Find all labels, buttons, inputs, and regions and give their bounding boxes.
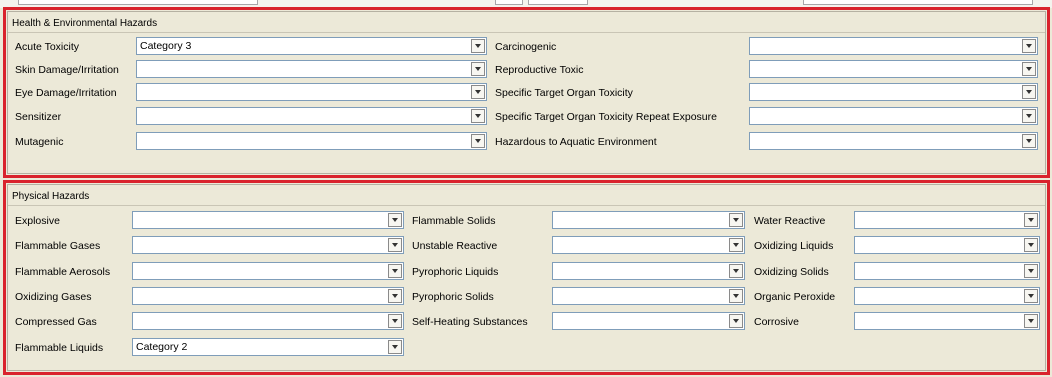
oxidizing-solids-dropdown[interactable] — [854, 262, 1040, 280]
physical-hazards-group: Physical Hazards Explosive Flammable Gas… — [7, 184, 1046, 371]
water-reactive-label: Water Reactive — [754, 215, 826, 227]
stot-label: Specific Target Organ Toxicity — [495, 87, 633, 99]
organic-peroxide-label: Organic Peroxide — [754, 291, 836, 303]
mutagenic-dropdown[interactable] — [136, 132, 487, 150]
chevron-down-icon[interactable] — [388, 340, 402, 354]
physical-hazards-highlight: Physical Hazards Explosive Flammable Gas… — [3, 180, 1050, 375]
water-reactive-dropdown[interactable] — [854, 211, 1040, 229]
chevron-down-icon[interactable] — [388, 264, 402, 278]
aquatic-label: Hazardous to Aquatic Environment — [495, 136, 657, 148]
unstable-reactive-label: Unstable Reactive — [412, 240, 498, 252]
stot-repeat-label: Specific Target Organ Toxicity Repeat Ex… — [495, 111, 717, 123]
pyrophoric-solids-dropdown[interactable] — [552, 287, 745, 305]
chevron-down-icon[interactable] — [388, 213, 402, 227]
chevron-down-icon[interactable] — [1022, 134, 1036, 148]
flammable-solids-dropdown[interactable] — [552, 211, 745, 229]
chevron-down-icon[interactable] — [729, 314, 743, 328]
chevron-down-icon[interactable] — [471, 85, 485, 99]
title-divider — [8, 205, 1045, 206]
explosive-dropdown[interactable] — [132, 211, 404, 229]
chevron-down-icon[interactable] — [471, 62, 485, 76]
chevron-down-icon[interactable] — [388, 238, 402, 252]
physical-hazards-title: Physical Hazards — [12, 191, 90, 202]
chevron-down-icon[interactable] — [729, 238, 743, 252]
pyrophoric-solids-label: Pyrophoric Solids — [412, 291, 494, 303]
flammable-gases-dropdown[interactable] — [132, 236, 404, 254]
self-heating-dropdown[interactable] — [552, 312, 745, 330]
acute-toxicity-label: Acute Toxicity — [15, 41, 79, 53]
chevron-down-icon[interactable] — [1024, 314, 1038, 328]
chevron-down-icon[interactable] — [729, 289, 743, 303]
organic-peroxide-dropdown[interactable] — [854, 287, 1040, 305]
pyrophoric-liquids-label: Pyrophoric Liquids — [412, 266, 499, 278]
health-hazards-title: Health & Environmental Hazards — [12, 18, 158, 29]
oxidizing-liquids-dropdown[interactable] — [854, 236, 1040, 254]
flammable-aerosols-label: Flammable Aerosols — [15, 266, 111, 278]
unstable-reactive-dropdown[interactable] — [552, 236, 745, 254]
flammable-liquids-label: Flammable Liquids — [15, 342, 104, 354]
oxidizing-liquids-label: Oxidizing Liquids — [754, 240, 834, 252]
sensitizer-dropdown[interactable] — [136, 107, 487, 125]
chevron-down-icon[interactable] — [471, 134, 485, 148]
previous-panel-stub — [18, 0, 258, 5]
sensitizer-label: Sensitizer — [15, 111, 62, 123]
flammable-liquids-dropdown[interactable]: Category 2 — [132, 338, 404, 356]
corrosive-dropdown[interactable] — [854, 312, 1040, 330]
stot-repeat-dropdown[interactable] — [749, 107, 1038, 125]
eye-damage-label: Eye Damage/Irritation — [15, 87, 117, 99]
chevron-down-icon[interactable] — [1024, 289, 1038, 303]
reproductive-toxic-dropdown[interactable] — [749, 60, 1038, 78]
corrosive-label: Corrosive — [754, 316, 799, 328]
oxidizing-solids-label: Oxidizing Solids — [754, 266, 829, 278]
flammable-aerosols-dropdown[interactable] — [132, 262, 404, 280]
flammable-solids-label: Flammable Solids — [412, 215, 496, 227]
explosive-label: Explosive — [15, 215, 60, 227]
oxidizing-gases-dropdown[interactable] — [132, 287, 404, 305]
reproductive-toxic-label: Reproductive Toxic — [495, 64, 584, 76]
compressed-gas-label: Compressed Gas — [15, 316, 97, 328]
acute-toxicity-dropdown[interactable]: Category 3 — [136, 37, 487, 55]
compressed-gas-dropdown[interactable] — [132, 312, 404, 330]
skin-damage-label: Skin Damage/Irritation — [15, 64, 119, 76]
health-hazards-highlight: Health & Environmental Hazards Acute Tox… — [3, 7, 1050, 178]
chevron-down-icon[interactable] — [1022, 62, 1036, 76]
chevron-down-icon[interactable] — [388, 289, 402, 303]
chevron-down-icon[interactable] — [471, 39, 485, 53]
health-hazards-group: Health & Environmental Hazards Acute Tox… — [7, 11, 1046, 174]
chevron-down-icon[interactable] — [471, 109, 485, 123]
chevron-down-icon[interactable] — [1022, 39, 1036, 53]
chevron-down-icon[interactable] — [1022, 109, 1036, 123]
previous-button-stub — [495, 0, 523, 5]
flammable-gases-label: Flammable Gases — [15, 240, 101, 252]
chevron-down-icon[interactable] — [1024, 264, 1038, 278]
skin-damage-dropdown[interactable] — [136, 60, 487, 78]
pyrophoric-liquids-dropdown[interactable] — [552, 262, 745, 280]
chevron-down-icon[interactable] — [729, 213, 743, 227]
chevron-down-icon[interactable] — [388, 314, 402, 328]
oxidizing-gases-label: Oxidizing Gases — [15, 291, 92, 303]
previous-panel-stub — [803, 0, 1033, 5]
title-divider — [8, 32, 1045, 33]
aquatic-dropdown[interactable] — [749, 132, 1038, 150]
chevron-down-icon[interactable] — [1024, 213, 1038, 227]
eye-damage-dropdown[interactable] — [136, 83, 487, 101]
chevron-down-icon[interactable] — [1024, 238, 1038, 252]
mutagenic-label: Mutagenic — [15, 136, 64, 148]
self-heating-label: Self-Heating Substances — [412, 316, 528, 328]
carcinogenic-label: Carcinogenic — [495, 41, 557, 53]
stot-dropdown[interactable] — [749, 83, 1038, 101]
previous-button-stub — [528, 0, 588, 5]
carcinogenic-dropdown[interactable] — [749, 37, 1038, 55]
chevron-down-icon[interactable] — [1022, 85, 1036, 99]
chevron-down-icon[interactable] — [729, 264, 743, 278]
